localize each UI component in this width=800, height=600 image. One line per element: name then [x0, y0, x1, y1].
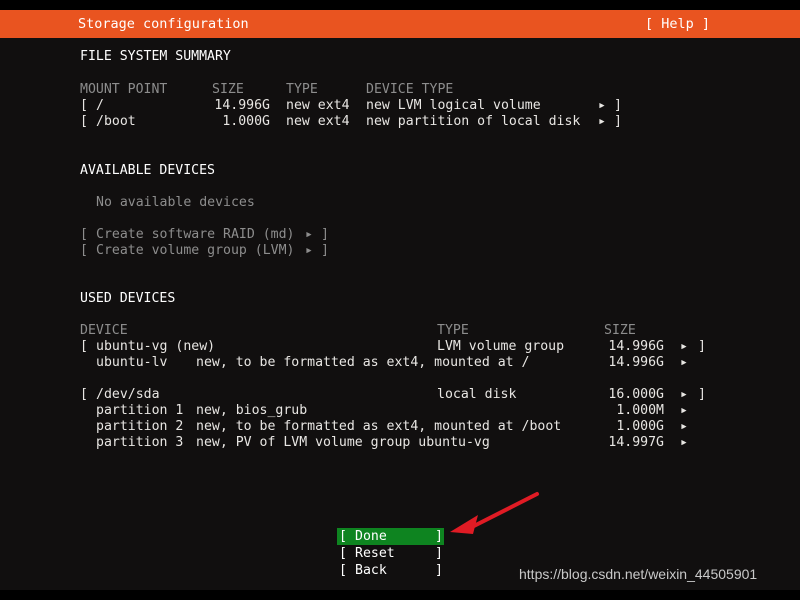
column-header-device-type: DEVICE TYPE	[366, 82, 454, 97]
fs-row-close-bracket: ]	[614, 114, 622, 129]
done-button-label: Done	[355, 529, 387, 544]
used-device-child-partition-3[interactable]: partition 3	[96, 435, 183, 451]
used-device-child-type: new, PV of LVM volume group ubuntu-vg	[196, 435, 490, 450]
column-header-type: TYPE	[286, 82, 318, 97]
column-header-size: SIZE	[604, 323, 636, 338]
section-title-used-devices: USED DEVICES	[80, 291, 176, 306]
reset-button[interactable]: [ Reset ]	[337, 545, 444, 562]
letterbox-top	[0, 0, 800, 10]
used-device-child-partition-2[interactable]: partition 2	[96, 419, 183, 435]
used-device-open-bracket: [	[80, 387, 88, 402]
used-device-child-size: 1.000G	[616, 419, 664, 434]
available-devices-empty-message: No available devices	[96, 195, 255, 210]
fs-row-open-bracket: [	[80, 98, 88, 113]
used-device-type: LVM volume group	[437, 339, 565, 354]
back-open-bracket: [	[339, 563, 347, 578]
help-button[interactable]: [ Help ]	[645, 10, 710, 38]
fs-row-device-type: new partition of local disk	[366, 114, 581, 129]
column-header-type: TYPE	[437, 323, 469, 338]
fs-row-close-bracket: ]	[614, 98, 622, 113]
used-device-size: 16.000G	[608, 387, 664, 402]
used-device-row-ubuntu-vg[interactable]: ubuntu-vg (new)	[96, 339, 215, 355]
column-header-size: SIZE	[212, 82, 244, 97]
done-close-bracket: ]	[435, 529, 443, 544]
chevron-right-icon[interactable]: ▸	[680, 387, 688, 403]
fs-row-type: new ext4	[286, 114, 350, 129]
reset-close-bracket: ]	[435, 546, 443, 561]
create-vg-open-bracket: [	[80, 243, 88, 258]
column-header-mount-point: MOUNT POINT	[80, 82, 168, 97]
used-device-child-size: 14.996G	[608, 355, 664, 370]
back-close-bracket: ]	[435, 563, 443, 578]
back-button-label: Back	[355, 563, 387, 578]
used-device-close-bracket: ]	[698, 339, 706, 354]
page-title: Storage configuration	[78, 16, 249, 32]
used-device-row-dev-sda[interactable]: /dev/sda	[96, 387, 160, 403]
used-device-child-type: new, bios_grub	[196, 403, 308, 418]
button-group: [ Done ] [ Reset ] [ Back ]	[337, 528, 447, 579]
chevron-right-icon[interactable]: ▸	[598, 114, 606, 130]
used-device-child-partition-1[interactable]: partition 1	[96, 403, 183, 419]
chevron-right-icon[interactable]: ▸	[598, 98, 606, 114]
used-device-child-ubuntu-lv[interactable]: ubuntu-lv	[96, 355, 167, 371]
used-device-child-type: new, to be formatted as ext4, mounted at…	[196, 355, 530, 370]
create-vg-close-bracket: ]	[321, 243, 329, 258]
fs-row-type: new ext4	[286, 98, 350, 113]
used-device-open-bracket: [	[80, 339, 88, 354]
done-open-bracket: [	[339, 529, 347, 544]
back-button[interactable]: [ Back ]	[337, 562, 444, 579]
chevron-right-icon[interactable]: ▸	[680, 339, 688, 355]
chevron-right-icon[interactable]: ▸	[680, 419, 688, 435]
installer-screen: Storage configuration [ Help ] FILE SYST…	[0, 0, 800, 600]
used-device-child-type: new, to be formatted as ext4, mounted at…	[196, 419, 562, 434]
chevron-right-icon[interactable]: ▸	[305, 243, 313, 259]
section-title-available-devices: AVAILABLE DEVICES	[80, 163, 215, 178]
chevron-right-icon[interactable]: ▸	[680, 355, 688, 371]
chevron-right-icon[interactable]: ▸	[680, 435, 688, 451]
letterbox-bottom	[0, 590, 800, 600]
used-device-close-bracket: ]	[698, 387, 706, 402]
reset-open-bracket: [	[339, 546, 347, 561]
table-row[interactable]: /boot	[96, 114, 136, 130]
create-raid-close-bracket: ]	[321, 227, 329, 242]
section-title-file-system-summary: FILE SYSTEM SUMMARY	[80, 49, 231, 64]
done-button[interactable]: [ Done ]	[337, 528, 444, 545]
chevron-right-icon[interactable]: ▸	[305, 227, 313, 243]
reset-button-label: Reset	[355, 546, 395, 561]
used-device-child-size: 14.997G	[608, 435, 664, 450]
create-software-raid-button[interactable]: Create software RAID (md)	[96, 227, 295, 243]
create-volume-group-button[interactable]: Create volume group (LVM)	[96, 243, 295, 259]
watermark-text: https://blog.csdn.net/weixin_44505901	[519, 566, 758, 582]
fs-row-size: 14.996G	[214, 98, 270, 113]
red-pointer-arrow	[450, 492, 539, 534]
used-device-size: 14.996G	[608, 339, 664, 354]
fs-row-size: 1.000G	[222, 114, 270, 129]
chevron-right-icon[interactable]: ▸	[680, 403, 688, 419]
header-bar: Storage configuration [ Help ]	[0, 10, 800, 38]
column-header-device: DEVICE	[80, 323, 128, 338]
used-device-type: local disk	[437, 387, 517, 402]
fs-row-device-type: new LVM logical volume	[366, 98, 541, 113]
table-row[interactable]: /	[96, 98, 104, 114]
create-raid-open-bracket: [	[80, 227, 88, 242]
fs-row-open-bracket: [	[80, 114, 88, 129]
used-device-child-size: 1.000M	[616, 403, 664, 418]
